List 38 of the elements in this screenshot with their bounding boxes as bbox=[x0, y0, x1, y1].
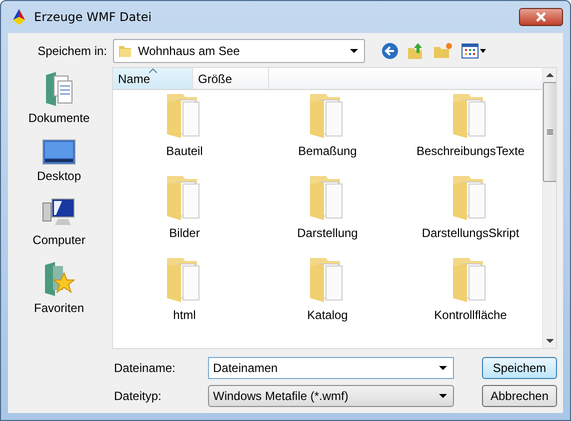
folder-icon bbox=[118, 44, 132, 58]
folder-name[interactable]: Bemaßung bbox=[298, 142, 357, 160]
place-label[interactable]: Dokumente bbox=[28, 109, 90, 127]
place-label[interactable]: Desktop bbox=[36, 167, 82, 185]
folder-name[interactable]: DarstellungsSkript bbox=[422, 224, 520, 242]
documents-icon bbox=[44, 71, 74, 107]
place-label[interactable]: Computer bbox=[32, 231, 86, 249]
scroll-up-icon[interactable] bbox=[546, 72, 554, 78]
folder-name[interactable]: BeschreibungsTexte bbox=[416, 142, 525, 160]
view-menu-icon[interactable] bbox=[461, 43, 487, 59]
folder-name[interactable]: html bbox=[173, 306, 196, 324]
file-type-dropdown[interactable]: Windows Metafile (*.wmf) bbox=[208, 385, 454, 407]
column-header[interactable]: Name bbox=[113, 68, 193, 89]
app-logo-icon bbox=[10, 8, 28, 26]
scroll-thumb[interactable] bbox=[543, 82, 556, 182]
save-in-dropdown[interactable]: Wohnhaus am See bbox=[113, 39, 365, 63]
window-title: Erzeuge WMF Datei bbox=[34, 9, 152, 26]
file-name-field[interactable]: Dateinamen bbox=[208, 357, 454, 379]
up-folder-icon[interactable] bbox=[407, 42, 425, 60]
folder-name[interactable]: Bilder bbox=[169, 224, 200, 242]
folder-name[interactable]: Darstellung bbox=[297, 224, 358, 242]
favorites-icon bbox=[43, 261, 75, 297]
close-icon bbox=[535, 12, 547, 22]
place-label[interactable]: Favoriten bbox=[34, 299, 84, 317]
scrollbar[interactable] bbox=[542, 68, 556, 348]
close-button[interactable] bbox=[519, 8, 563, 26]
save-in-label: Speichem in: bbox=[36, 43, 108, 60]
folder-name[interactable]: Kontrollfläche bbox=[434, 306, 507, 324]
file-name-label: Dateiname: bbox=[114, 360, 176, 377]
save-button[interactable]: Speichem bbox=[482, 357, 557, 379]
column-header[interactable]: Größe bbox=[193, 68, 269, 89]
scroll-down-icon[interactable] bbox=[546, 338, 554, 344]
folder-name[interactable]: Katalog bbox=[307, 306, 348, 324]
desktop-icon bbox=[42, 139, 76, 165]
cancel-button[interactable]: Abbrechen bbox=[482, 385, 557, 407]
folder-name[interactable]: Bauteil bbox=[166, 142, 203, 160]
back-icon[interactable] bbox=[381, 42, 399, 60]
file-type-label: Dateityp: bbox=[114, 388, 162, 405]
